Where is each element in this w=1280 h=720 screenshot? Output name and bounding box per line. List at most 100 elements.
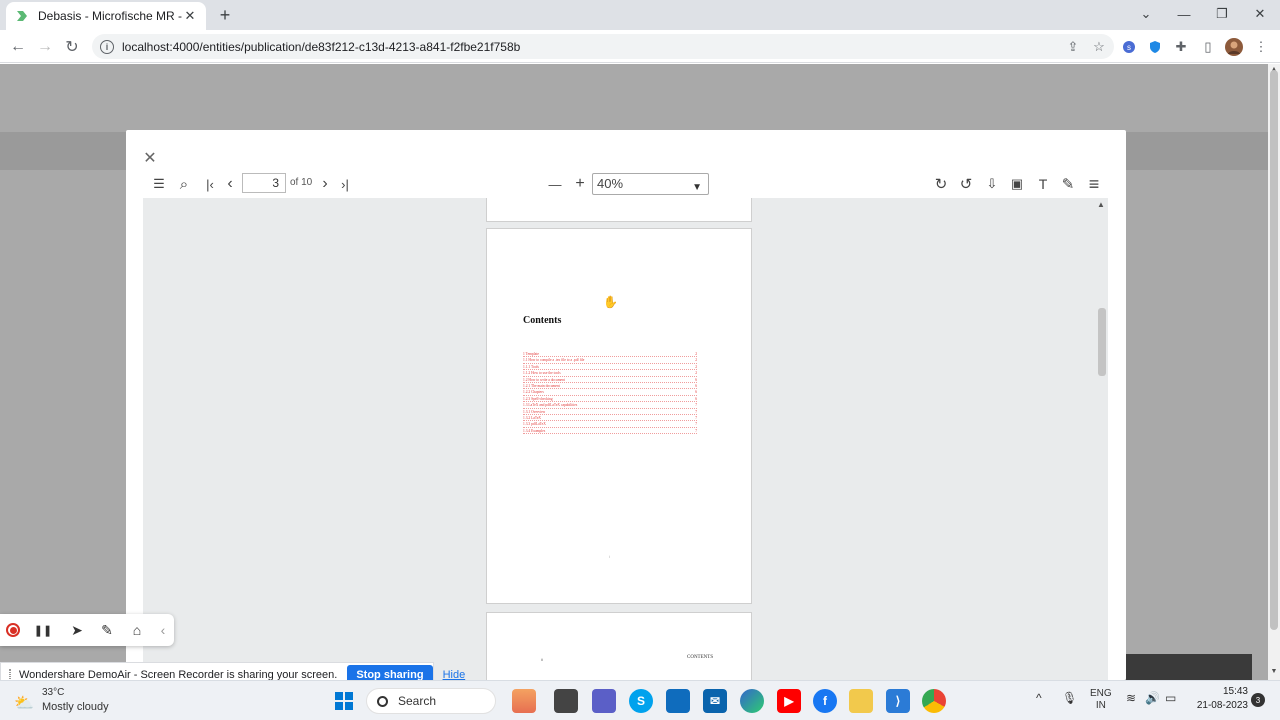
viewer-scrollbar[interactable]: ▲ xyxy=(1096,198,1108,680)
url-text[interactable]: localhost:4000/entities/publication/de83… xyxy=(122,40,1062,54)
first-page-icon[interactable]: |‹ xyxy=(199,173,221,195)
scroll-down-icon[interactable]: ▼ xyxy=(1270,668,1278,675)
hand-cursor-icon: ✋ xyxy=(603,295,618,309)
side-panel-icon[interactable]: ▯ xyxy=(1197,36,1219,58)
pdf-document-viewer[interactable]: ✋ Contents 1 Template 2 1.1 How to compil… xyxy=(143,198,1108,680)
page-scrollbar-thumb[interactable] xyxy=(1270,70,1278,630)
search-icon[interactable]: ⌕ xyxy=(173,173,195,195)
running-header: CONTENTS xyxy=(687,655,714,660)
forward-button[interactable]: → xyxy=(33,35,57,59)
windows-taskbar: ⛅ 33°C Mostly cloudy Search S ✉ ▶ f ⟩ ^ … xyxy=(0,680,1280,720)
store-icon[interactable] xyxy=(666,689,690,713)
pdf-page-next: ii CONTENTS xyxy=(486,612,752,680)
menu-icon[interactable]: ≡ xyxy=(1083,173,1105,195)
record-icon xyxy=(6,623,20,637)
clock[interactable]: 15:43 21-08-2023 xyxy=(1190,685,1248,713)
tab-strip: Debasis - Microfische MR -102 (Li ✕ + ⌄ … xyxy=(0,0,1280,30)
youtube-icon[interactable]: ▶ xyxy=(777,689,801,713)
wifi-icon[interactable]: ≋ xyxy=(1126,691,1136,705)
image-icon[interactable]: ▣ xyxy=(1006,173,1028,195)
rotate-clockwise-icon[interactable]: ↻ xyxy=(930,173,952,195)
reload-button[interactable]: ↻ xyxy=(60,35,84,59)
pdf-viewer-modal: ✕ ☰ ⌕ |‹ ‹ 3 of 10 › ›| — + 40% ▼ ↻ ↺ ⇩ … xyxy=(126,130,1126,680)
battery-icon[interactable]: ▭ xyxy=(1165,691,1176,705)
pen-icon[interactable]: ✎ xyxy=(97,620,117,640)
skype-icon[interactable]: S xyxy=(629,689,653,713)
teams-chat-icon[interactable] xyxy=(592,689,616,713)
prev-page-icon[interactable]: ‹ xyxy=(219,173,241,195)
rotate-counterclockwise-icon[interactable]: ↺ xyxy=(955,173,977,195)
viewer-scrollbar-thumb[interactable] xyxy=(1098,308,1106,376)
browser-menu-icon[interactable]: ⋮ xyxy=(1250,36,1272,58)
download-icon[interactable]: ⇩ xyxy=(981,173,1003,195)
start-button[interactable] xyxy=(335,692,353,710)
tray-chevron-icon[interactable]: ^ xyxy=(1036,691,1042,705)
chevron-down-icon: ▼ xyxy=(692,182,702,193)
pointer-icon[interactable]: ➤ xyxy=(67,620,87,640)
svg-text:s: s xyxy=(1127,43,1131,52)
toc-entry[interactable]: 1.3.4 Examples 7 xyxy=(523,428,697,435)
minimize-button[interactable]: — xyxy=(1171,2,1197,26)
language-indicator[interactable]: ENG IN xyxy=(1090,688,1112,712)
recorder-toolbar: ❚❚ ➤ ✎ ⌂ ‹ xyxy=(0,614,174,646)
contents-heading: Contents xyxy=(523,315,562,326)
notification-badge[interactable]: 3 xyxy=(1251,693,1265,707)
zoom-in-icon[interactable]: + xyxy=(569,173,591,195)
window-close-button[interactable]: ✕ xyxy=(1247,2,1273,26)
extension-shield-icon[interactable] xyxy=(1144,36,1166,58)
taskbar-search-label: Search xyxy=(398,694,437,708)
cloud-icon: ⛅ xyxy=(14,695,34,712)
edge-icon[interactable] xyxy=(740,689,764,713)
modal-close-icon[interactable]: ✕ xyxy=(142,150,158,167)
pdf-toolbar: ☰ ⌕ |‹ ‹ 3 of 10 › ›| — + 40% ▼ ↻ ↺ ⇩ ▣ … xyxy=(142,170,1110,198)
text-tool-icon[interactable]: T xyxy=(1032,173,1054,195)
bookmark-star-icon[interactable]: ☆ xyxy=(1088,36,1110,58)
extensions-puzzle-icon[interactable]: ✚ xyxy=(1170,36,1192,58)
maximize-button[interactable]: ❐ xyxy=(1209,2,1235,26)
chrome-icon[interactable] xyxy=(922,689,946,713)
clock-time: 15:43 xyxy=(1222,686,1248,697)
search-highlight-icon[interactable] xyxy=(512,689,536,713)
zoom-out-icon[interactable]: — xyxy=(544,173,566,195)
browser-tab[interactable]: Debasis - Microfische MR -102 (Li ✕ xyxy=(6,2,206,30)
sidebar-toggle-icon[interactable]: ☰ xyxy=(148,173,170,195)
share-icon[interactable]: ⇪ xyxy=(1062,36,1084,58)
site-info-icon[interactable]: i xyxy=(100,39,114,54)
search-icon xyxy=(377,695,388,707)
collapse-icon[interactable]: ‹ xyxy=(153,620,173,640)
page-scrollbar[interactable]: ▲ ▼ xyxy=(1268,64,1280,680)
taskbar-search[interactable]: Search xyxy=(366,688,496,714)
zoom-select[interactable]: 40% ▼ xyxy=(592,173,709,195)
page-number: ii xyxy=(541,657,543,662)
pause-button[interactable]: ❚❚ xyxy=(33,620,53,640)
clock-date: 21-08-2023 xyxy=(1196,700,1248,711)
task-view-icon[interactable] xyxy=(554,689,578,713)
microphone-icon[interactable]: 🎙 xyxy=(1062,691,1077,705)
mail-icon[interactable]: ✉ xyxy=(703,689,727,713)
record-button[interactable] xyxy=(3,620,23,640)
scroll-up-icon[interactable]: ▲ xyxy=(1097,200,1105,209)
page-number-input[interactable]: 3 xyxy=(242,173,286,193)
volume-icon[interactable]: 🔊 xyxy=(1145,691,1160,705)
facebook-icon[interactable]: f xyxy=(813,689,837,713)
page-total-label: of 10 xyxy=(290,177,313,188)
highlighter-icon[interactable]: ⌂ xyxy=(127,620,147,640)
extension-s-icon[interactable]: s xyxy=(1118,36,1140,58)
site-favicon-icon xyxy=(14,8,30,24)
vscode-icon[interactable]: ⟩ xyxy=(886,689,910,713)
weather-desc: Mostly cloudy xyxy=(42,701,109,713)
tab-search-button[interactable]: ⌄ xyxy=(1133,2,1159,26)
tab-close-icon[interactable]: ✕ xyxy=(182,8,198,24)
profile-avatar[interactable] xyxy=(1223,36,1245,58)
browser-toolbar: ← → ↻ i localhost:4000/entities/publicat… xyxy=(0,30,1280,63)
weather-temp: 33°C xyxy=(42,687,65,698)
new-tab-button[interactable]: + xyxy=(214,4,236,26)
next-page-icon[interactable]: › xyxy=(314,173,336,195)
address-bar[interactable]: i localhost:4000/entities/publication/de… xyxy=(92,34,1114,59)
last-page-icon[interactable]: ›| xyxy=(334,173,356,195)
pdf-page-current: ✋ Contents 1 Template 2 1.1 How to compil… xyxy=(486,228,752,604)
tab-title: Debasis - Microfische MR -102 (Li xyxy=(38,9,182,23)
back-button[interactable]: ← xyxy=(6,35,30,59)
draw-pen-icon[interactable]: ✎ xyxy=(1057,173,1079,195)
file-explorer-icon[interactable] xyxy=(849,689,873,713)
